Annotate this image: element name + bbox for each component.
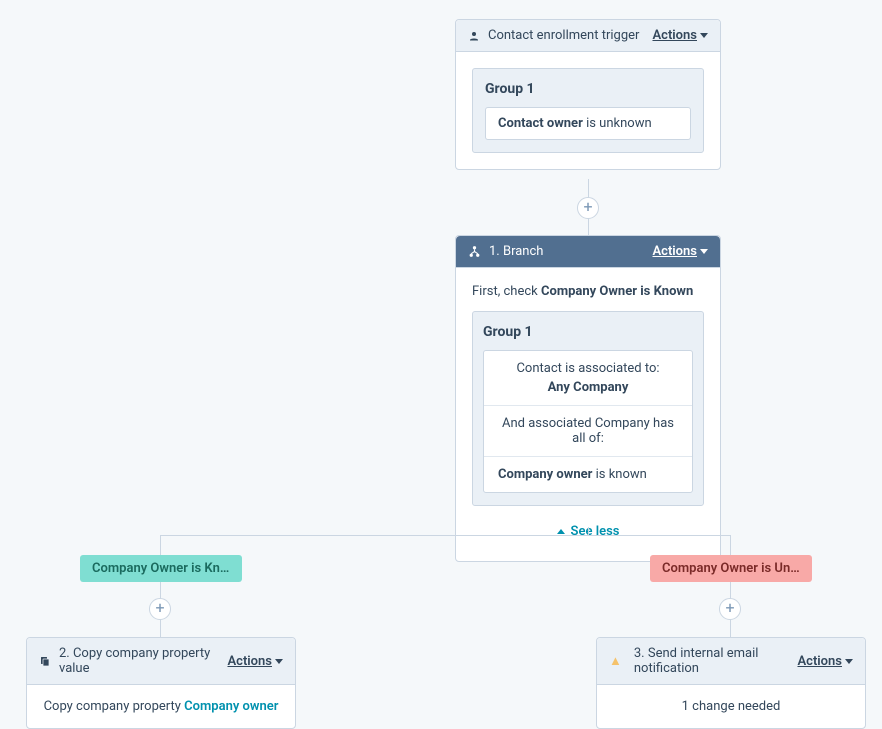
contact-icon: [468, 30, 480, 42]
chevron-down-icon: [845, 659, 853, 664]
copy-icon: [39, 655, 51, 667]
branch-title: 1. Branch: [489, 244, 652, 259]
branch-prop-label: Company owner: [498, 467, 592, 482]
left-actions-menu[interactable]: Actions: [227, 654, 283, 669]
right-action-title: 3. Send internal email notification: [634, 646, 798, 676]
branch-actions-menu[interactable]: Actions: [652, 244, 708, 259]
branch-card-body: First, check Company Owner is Known Grou…: [456, 268, 720, 561]
trigger-filter-label: Contact owner: [498, 116, 583, 131]
branch-group-title: Group 1: [483, 324, 693, 340]
trigger-card-body: Group 1 Contact owner is unknown: [456, 52, 720, 169]
branch-step: 1.: [489, 244, 500, 259]
branch-card-header: 1. Branch Actions: [456, 236, 720, 268]
trigger-actions-menu[interactable]: Actions: [652, 28, 708, 43]
left-action-header: 2. Copy company property value Actions: [27, 638, 295, 685]
actions-label: Actions: [227, 654, 272, 669]
left-title-text: Copy company property value: [59, 646, 210, 676]
see-less-toggle[interactable]: See less: [472, 506, 704, 545]
left-action-body: Copy company property Company owner: [27, 685, 295, 728]
branch-intro: First, check Company Owner is Known: [472, 284, 704, 299]
chevron-down-icon: [700, 249, 708, 254]
left-action-title: 2. Copy company property value: [59, 646, 227, 676]
branch-pill-unknown[interactable]: Company Owner is Unkno…: [650, 555, 812, 582]
trigger-group: Group 1 Contact owner is unknown: [472, 68, 704, 153]
actions-label: Actions: [797, 654, 842, 669]
trigger-group-title: Group 1: [485, 81, 691, 97]
trigger-title: Contact enrollment trigger: [488, 28, 652, 43]
branch-cond-assoc: Contact is associated to: Any Company: [484, 351, 692, 405]
branch-pill-known[interactable]: Company Owner is Known: [80, 555, 242, 582]
chevron-up-icon: [557, 529, 565, 534]
right-title-text: Send internal email notification: [634, 646, 759, 676]
branch-intro-bold: Company Owner is Known: [541, 284, 693, 299]
trigger-card-header: Contact enrollment trigger Actions: [456, 20, 720, 52]
chevron-down-icon: [700, 33, 708, 38]
right-action-header: ▲ 3. Send internal email notification Ac…: [597, 638, 865, 685]
connector-right-stub: [730, 535, 731, 555]
branch-card[interactable]: 1. Branch Actions First, check Company O…: [455, 235, 721, 562]
branch-prop-condition: is known: [592, 467, 646, 482]
branch-cond-prop: Company owner is known: [484, 456, 692, 492]
right-action-body: 1 change needed: [597, 685, 865, 728]
branch-assoc-target: Any Company: [498, 380, 678, 395]
trigger-filter-condition: is unknown: [583, 116, 652, 131]
add-action-button-right[interactable]: +: [719, 598, 741, 620]
add-action-button-left[interactable]: +: [149, 598, 171, 620]
connector-branch-down: [588, 527, 589, 535]
branch-title-text: Branch: [503, 244, 543, 259]
left-body-link[interactable]: Company owner: [184, 699, 278, 714]
branch-cond-and: And associated Company has all of:: [484, 405, 692, 456]
branch-and-line: And associated Company has all of:: [498, 416, 678, 446]
branch-intro-prefix: First, check: [472, 284, 541, 299]
branch-assoc-line: Contact is associated to:: [498, 361, 678, 376]
right-action-card[interactable]: ▲ 3. Send internal email notification Ac…: [596, 637, 866, 729]
chevron-down-icon: [275, 659, 283, 664]
warning-icon: ▲: [609, 653, 622, 669]
connector-left-stub: [160, 535, 161, 555]
add-action-button-top[interactable]: +: [577, 197, 599, 219]
branch-conditions: Contact is associated to: Any Company An…: [483, 350, 693, 493]
actions-label: Actions: [652, 244, 697, 259]
trigger-filter[interactable]: Contact owner is unknown: [485, 107, 691, 140]
right-step: 3.: [634, 646, 645, 661]
connector-branch-split: [160, 535, 730, 536]
left-step: 2.: [59, 646, 70, 661]
left-body-prefix: Copy company property: [44, 699, 185, 714]
trigger-card[interactable]: Contact enrollment trigger Actions Group…: [455, 19, 721, 170]
left-action-card[interactable]: 2. Copy company property value Actions C…: [26, 637, 296, 729]
actions-label: Actions: [652, 28, 697, 43]
right-actions-menu[interactable]: Actions: [797, 654, 853, 669]
see-less-label: See less: [571, 524, 620, 539]
branch-icon: [468, 245, 481, 258]
branch-group: Group 1 Contact is associated to: Any Co…: [472, 311, 704, 506]
